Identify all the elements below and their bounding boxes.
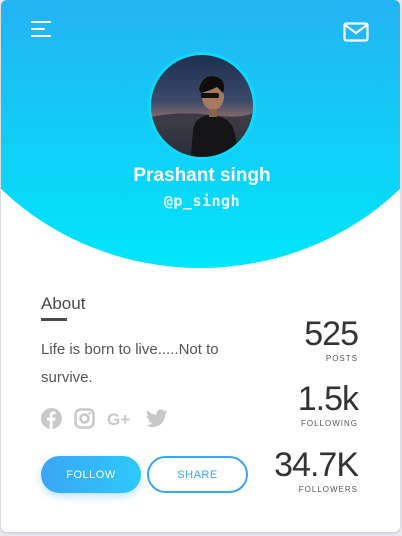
instagram-icon[interactable] (74, 408, 95, 434)
stat-following: 1.5k FOLLOWING (297, 380, 359, 428)
avatar[interactable] (148, 52, 256, 160)
profile-card: Prashant singh @p_singh About Life is bo… (1, 0, 400, 532)
stat-posts: 525 POSTS (304, 315, 359, 363)
google-plus-icon[interactable]: G+ (107, 410, 135, 433)
stat-value: 525 (304, 315, 359, 353)
profile-name: Prashant singh (133, 165, 271, 186)
facebook-icon[interactable] (41, 408, 62, 434)
menu-icon[interactable] (31, 20, 53, 38)
stat-label: FOLLOWING (300, 419, 358, 428)
about-underline (41, 318, 67, 321)
stat-value: 1.5k (297, 380, 359, 418)
about-heading: About (41, 294, 86, 313)
follow-button[interactable]: FOLLOW (41, 456, 141, 493)
mail-icon[interactable] (343, 22, 369, 42)
stat-value: 34.7K (274, 446, 359, 484)
stat-label: FOLLOWERS (298, 485, 358, 494)
share-button[interactable]: SHARE (147, 456, 248, 493)
svg-text:G+: G+ (107, 410, 130, 428)
stat-followers: 34.7K FOLLOWERS (274, 446, 359, 494)
about-text: Life is born to live.....Not to survive. (41, 341, 219, 386)
twitter-icon[interactable] (145, 409, 168, 433)
stat-label: POSTS (325, 354, 358, 363)
profile-handle: @p_singh (163, 192, 241, 210)
